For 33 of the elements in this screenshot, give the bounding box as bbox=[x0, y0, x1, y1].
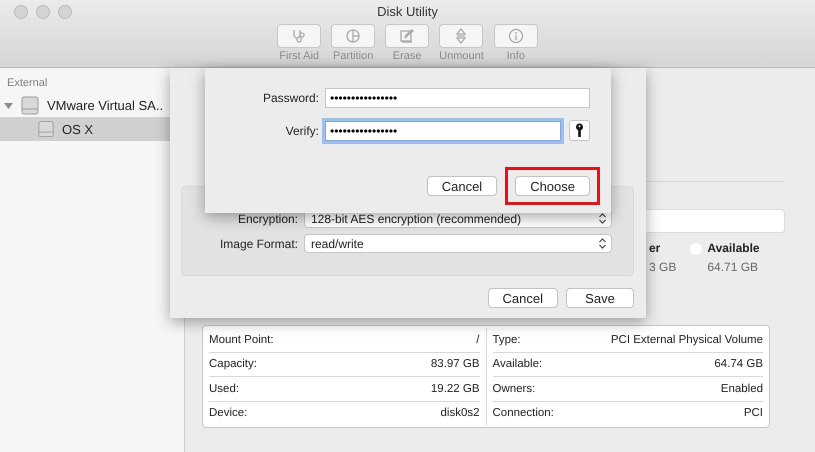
info-value: disk0s2 bbox=[440, 407, 480, 420]
section-header: External bbox=[6, 77, 48, 89]
field-label: Password: bbox=[262, 91, 319, 105]
info-label: Owners: bbox=[492, 382, 536, 395]
info-value: 19.22 GB bbox=[430, 382, 480, 395]
sheet-button[interactable]: Choose bbox=[515, 176, 590, 196]
info-value: 64.74 GB bbox=[714, 358, 763, 370]
info-label: Device: bbox=[209, 407, 248, 420]
sheet-button[interactable]: Cancel bbox=[488, 288, 558, 308]
legend-label: er bbox=[649, 241, 662, 255]
info-label: Type: bbox=[492, 334, 521, 346]
password-field[interactable]: •••••••••••••••• bbox=[325, 120, 561, 140]
sheet-button[interactable]: Save bbox=[566, 288, 634, 308]
info-value: 83.97 GB bbox=[430, 358, 480, 370]
info-value: / bbox=[476, 334, 480, 346]
info-label: Mount Point: bbox=[209, 334, 274, 346]
field-label: Encryption: bbox=[236, 212, 298, 226]
info-label: Available: bbox=[492, 358, 542, 370]
info-value: Enabled bbox=[720, 382, 763, 395]
legend-value: 3 GB bbox=[649, 260, 676, 274]
popup-menu[interactable]: read/write bbox=[304, 234, 612, 253]
legend-value: 64.71 GB bbox=[707, 260, 760, 274]
sheet-button[interactable]: Cancel bbox=[426, 176, 498, 196]
field-label: Verify: bbox=[284, 124, 319, 138]
window-title: Disk Utility bbox=[377, 4, 438, 19]
password-field[interactable]: •••••••••••••••• bbox=[325, 88, 590, 108]
info-value: PCI External Physical Volume bbox=[610, 334, 763, 346]
info-label: Used: bbox=[209, 382, 240, 395]
info-label: Capacity: bbox=[209, 358, 257, 370]
field-label: Image Format: bbox=[218, 236, 298, 250]
legend-label: Available bbox=[707, 241, 760, 255]
info-label: Connection: bbox=[492, 407, 554, 420]
info-value: PCI bbox=[744, 407, 763, 420]
